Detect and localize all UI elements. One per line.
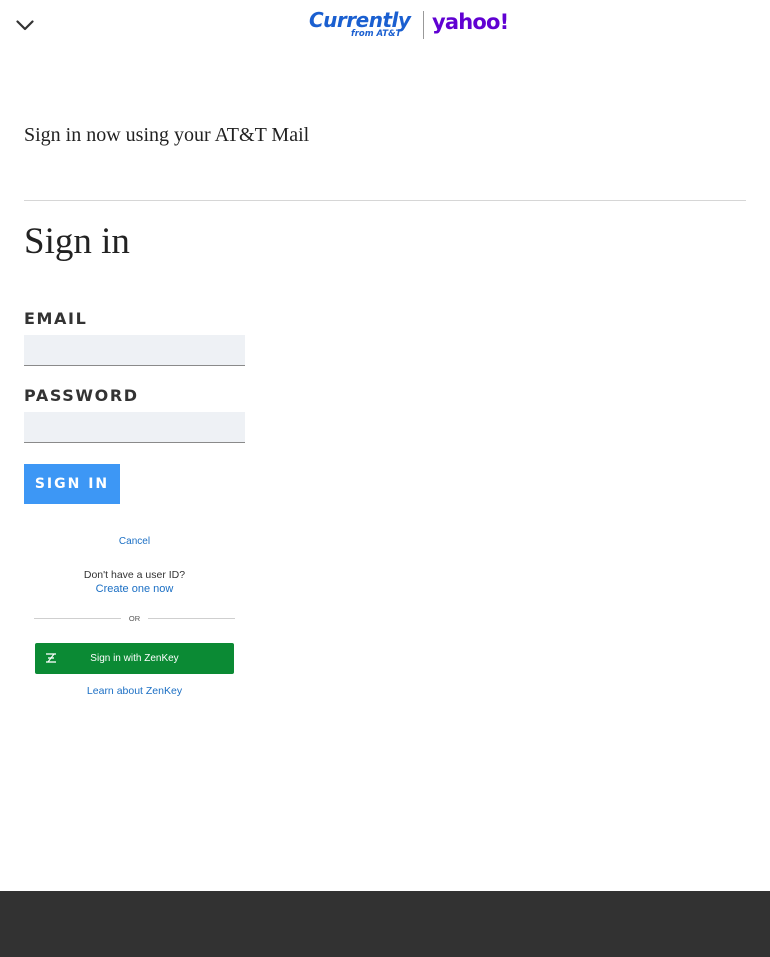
sign-in-button[interactable]: SIGN IN <box>24 464 120 504</box>
brand-logo[interactable]: Currently from AT&T yahoo! <box>309 8 509 42</box>
currently-logo: Currently from AT&T <box>309 8 417 42</box>
chevron-down-icon <box>16 19 34 30</box>
currently-logo-sub: from AT&T <box>351 29 402 39</box>
or-text: OR <box>128 613 141 623</box>
zenkey-button-label: Sign in with ZenKey <box>90 653 179 664</box>
divider <box>24 200 746 201</box>
or-separator: OR <box>34 612 235 624</box>
no-user-id-text: Don't have a user ID? <box>83 569 186 581</box>
password-field[interactable] <box>24 412 245 443</box>
alt-sign-in-panel: Cancel Don't have a user ID? Create one … <box>34 530 235 705</box>
learn-zenkey-link[interactable]: Learn about ZenKey <box>34 685 235 697</box>
sign-in-page: Currently from AT&T yahoo! Sign in now u… <box>0 0 770 957</box>
menu-toggle[interactable] <box>14 14 36 36</box>
yahoo-logo: yahoo! <box>432 10 509 34</box>
page-title: Sign in <box>24 221 130 262</box>
zenkey-sign-in-button[interactable]: Sign in with ZenKey <box>35 643 234 674</box>
or-line-right <box>148 617 235 619</box>
password-label: PASSWORD <box>24 386 139 405</box>
cancel-link[interactable]: Cancel <box>34 536 235 547</box>
footer <box>0 891 770 957</box>
zenkey-icon <box>46 653 56 663</box>
create-account-link[interactable]: Create one now <box>34 583 235 595</box>
or-line-left <box>34 617 121 619</box>
header: Currently from AT&T yahoo! <box>0 0 770 50</box>
logo-divider <box>423 11 424 39</box>
email-field[interactable] <box>24 335 245 366</box>
email-label: EMAIL <box>24 309 88 328</box>
intro-text: Sign in now using your AT&T Mail <box>24 124 310 146</box>
